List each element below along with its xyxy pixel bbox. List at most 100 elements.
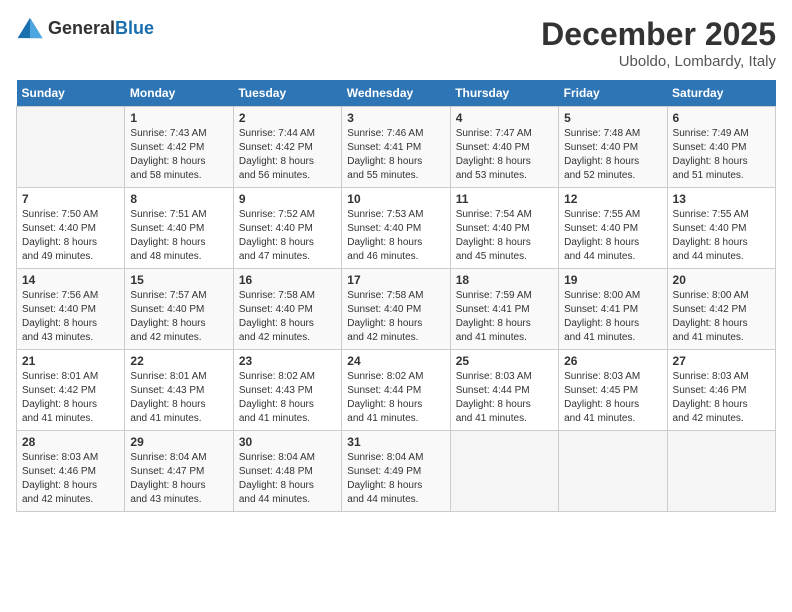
calendar-cell: 12 Sunrise: 7:55 AMSunset: 4:40 PMDayligh…: [559, 188, 667, 269]
logo-general-text: General: [48, 18, 115, 38]
weekday-header-friday: Friday: [559, 80, 667, 107]
day-number: 15: [130, 273, 227, 287]
calendar-cell: 1 Sunrise: 7:43 AMSunset: 4:42 PMDaylight…: [125, 107, 233, 188]
day-number: 30: [239, 435, 336, 449]
day-number: 6: [673, 111, 770, 125]
calendar-cell: 23Sunrise: 8:02 AMSunset: 4:43 PMDayligh…: [233, 350, 341, 431]
calendar-cell: [450, 431, 558, 512]
calendar-cell: [559, 431, 667, 512]
day-number: 9: [239, 192, 336, 206]
day-number: 10: [347, 192, 444, 206]
day-number: 25: [456, 354, 553, 368]
day-number: 26: [564, 354, 661, 368]
weekday-header-monday: Monday: [125, 80, 233, 107]
day-info: Sunrise: 7:55 AMSunset: 4:40 PMDaylight:…: [564, 208, 661, 264]
day-number: 21: [22, 354, 119, 368]
calendar-cell: 22 Sunrise: 8:01 AMSunset: 4:43 PMDayligh…: [125, 350, 233, 431]
calendar-cell: 28 Sunrise: 8:03 AMSunset: 4:46 PMDayligh…: [17, 431, 125, 512]
day-number: 14: [22, 273, 119, 287]
day-info: Sunrise: 7:52 AMSunset: 4:40 PMDaylight:…: [239, 208, 336, 264]
day-info: Sunrise: 7:58 AMSunset: 4:40 PMDaylight:…: [239, 289, 336, 345]
day-number: 17: [347, 273, 444, 287]
day-info: Sunrise: 7:56 AMSunset: 4:40 PMDaylight:…: [22, 289, 119, 345]
logo-icon: [16, 16, 44, 40]
day-number: 11: [456, 192, 553, 206]
day-info: Sunrise: 7:46 AMSunset: 4:41 PMDaylight:…: [347, 127, 444, 183]
calendar-cell: 15 Sunrise: 7:57 AMSunset: 4:40 PMDayligh…: [125, 269, 233, 350]
day-info: Sunrise: 7:58 AMSunset: 4:40 PMDaylight:…: [347, 289, 444, 345]
calendar-week-row: 1 Sunrise: 7:43 AMSunset: 4:42 PMDaylight…: [17, 107, 776, 188]
day-number: 20: [673, 273, 770, 287]
calendar-cell: 18 Sunrise: 7:59 AMSunset: 4:41 PMDayligh…: [450, 269, 558, 350]
day-number: 28: [22, 435, 119, 449]
day-info: Sunrise: 7:50 AMSunset: 4:40 PMDaylight:…: [22, 208, 119, 264]
calendar-week-row: 7 Sunrise: 7:50 AMSunset: 4:40 PMDaylight…: [17, 188, 776, 269]
day-info: Sunrise: 7:54 AMSunset: 4:40 PMDaylight:…: [456, 208, 553, 264]
calendar-cell: 20 Sunrise: 8:00 AMSunset: 4:42 PMDayligh…: [667, 269, 775, 350]
calendar-cell: 2Sunrise: 7:44 AMSunset: 4:42 PMDaylight…: [233, 107, 341, 188]
day-info: Sunrise: 7:57 AMSunset: 4:40 PMDaylight:…: [130, 289, 227, 345]
day-number: 24: [347, 354, 444, 368]
calendar-cell: 8Sunrise: 7:51 AMSunset: 4:40 PMDaylight…: [125, 188, 233, 269]
calendar-cell: 16 Sunrise: 7:58 AMSunset: 4:40 PMDayligh…: [233, 269, 341, 350]
day-info: Sunrise: 8:04 AMSunset: 4:49 PMDaylight:…: [347, 451, 444, 507]
day-info: Sunrise: 8:03 AMSunset: 4:45 PMDaylight:…: [564, 370, 661, 426]
day-number: 19: [564, 273, 661, 287]
day-number: 4: [456, 111, 553, 125]
day-number: 18: [456, 273, 553, 287]
day-info: Sunrise: 8:03 AMSunset: 4:46 PMDaylight:…: [673, 370, 770, 426]
calendar-cell: 11 Sunrise: 7:54 AMSunset: 4:40 PMDayligh…: [450, 188, 558, 269]
day-number: 16: [239, 273, 336, 287]
calendar-cell: 3 Sunrise: 7:46 AMSunset: 4:41 PMDaylight…: [342, 107, 450, 188]
day-info: Sunrise: 8:03 AMSunset: 4:46 PMDaylight:…: [22, 451, 119, 507]
title-block: December 2025 Uboldo, Lombardy, Italy: [541, 16, 776, 70]
calendar-cell: 26 Sunrise: 8:03 AMSunset: 4:45 PMDayligh…: [559, 350, 667, 431]
calendar-cell: 4Sunrise: 7:47 AMSunset: 4:40 PMDaylight…: [450, 107, 558, 188]
day-info: Sunrise: 8:00 AMSunset: 4:42 PMDaylight:…: [673, 289, 770, 345]
day-number: 3: [347, 111, 444, 125]
weekday-header-thursday: Thursday: [450, 80, 558, 107]
day-info: Sunrise: 7:59 AMSunset: 4:41 PMDaylight:…: [456, 289, 553, 345]
day-number: 12: [564, 192, 661, 206]
day-number: 8: [130, 192, 227, 206]
calendar-cell: 27Sunrise: 8:03 AMSunset: 4:46 PMDayligh…: [667, 350, 775, 431]
calendar-table: SundayMondayTuesdayWednesdayThursdayFrid…: [16, 80, 776, 512]
day-number: 1: [130, 111, 227, 125]
day-info: Sunrise: 7:48 AMSunset: 4:40 PMDaylight:…: [564, 127, 661, 183]
calendar-cell: 9 Sunrise: 7:52 AMSunset: 4:40 PMDaylight…: [233, 188, 341, 269]
calendar-cell: 6Sunrise: 7:49 AMSunset: 4:40 PMDaylight…: [667, 107, 775, 188]
weekday-header-saturday: Saturday: [667, 80, 775, 107]
calendar-week-row: 28 Sunrise: 8:03 AMSunset: 4:46 PMDayligh…: [17, 431, 776, 512]
day-info: Sunrise: 8:01 AMSunset: 4:43 PMDaylight:…: [130, 370, 227, 426]
page-header: GeneralBlue December 2025 Uboldo, Lombar…: [16, 16, 776, 70]
day-info: Sunrise: 8:02 AMSunset: 4:44 PMDaylight:…: [347, 370, 444, 426]
calendar-cell: 21 Sunrise: 8:01 AMSunset: 4:42 PMDayligh…: [17, 350, 125, 431]
day-info: Sunrise: 7:44 AMSunset: 4:42 PMDaylight:…: [239, 127, 336, 183]
day-number: 29: [130, 435, 227, 449]
calendar-cell: 31 Sunrise: 8:04 AMSunset: 4:49 PMDayligh…: [342, 431, 450, 512]
day-info: Sunrise: 8:00 AMSunset: 4:41 PMDaylight:…: [564, 289, 661, 345]
day-number: 7: [22, 192, 119, 206]
weekday-header-row: SundayMondayTuesdayWednesdayThursdayFrid…: [17, 80, 776, 107]
calendar-cell: 24 Sunrise: 8:02 AMSunset: 4:44 PMDayligh…: [342, 350, 450, 431]
calendar-cell: 30Sunrise: 8:04 AMSunset: 4:48 PMDayligh…: [233, 431, 341, 512]
calendar-cell: [667, 431, 775, 512]
day-number: 5: [564, 111, 661, 125]
calendar-cell: 17 Sunrise: 7:58 AMSunset: 4:40 PMDayligh…: [342, 269, 450, 350]
calendar-cell: 29Sunrise: 8:04 AMSunset: 4:47 PMDayligh…: [125, 431, 233, 512]
calendar-week-row: 21 Sunrise: 8:01 AMSunset: 4:42 PMDayligh…: [17, 350, 776, 431]
logo: GeneralBlue: [16, 16, 154, 40]
calendar-cell: 19 Sunrise: 8:00 AMSunset: 4:41 PMDayligh…: [559, 269, 667, 350]
weekday-header-sunday: Sunday: [17, 80, 125, 107]
calendar-cell: [17, 107, 125, 188]
day-info: Sunrise: 7:55 AMSunset: 4:40 PMDaylight:…: [673, 208, 770, 264]
calendar-cell: 7 Sunrise: 7:50 AMSunset: 4:40 PMDaylight…: [17, 188, 125, 269]
day-number: 22: [130, 354, 227, 368]
day-number: 31: [347, 435, 444, 449]
day-info: Sunrise: 7:43 AMSunset: 4:42 PMDaylight:…: [130, 127, 227, 183]
calendar-cell: 13Sunrise: 7:55 AMSunset: 4:40 PMDayligh…: [667, 188, 775, 269]
day-info: Sunrise: 8:02 AMSunset: 4:43 PMDaylight:…: [239, 370, 336, 426]
location-subtitle: Uboldo, Lombardy, Italy: [541, 53, 776, 70]
day-info: Sunrise: 8:01 AMSunset: 4:42 PMDaylight:…: [22, 370, 119, 426]
calendar-cell: 10Sunrise: 7:53 AMSunset: 4:40 PMDayligh…: [342, 188, 450, 269]
